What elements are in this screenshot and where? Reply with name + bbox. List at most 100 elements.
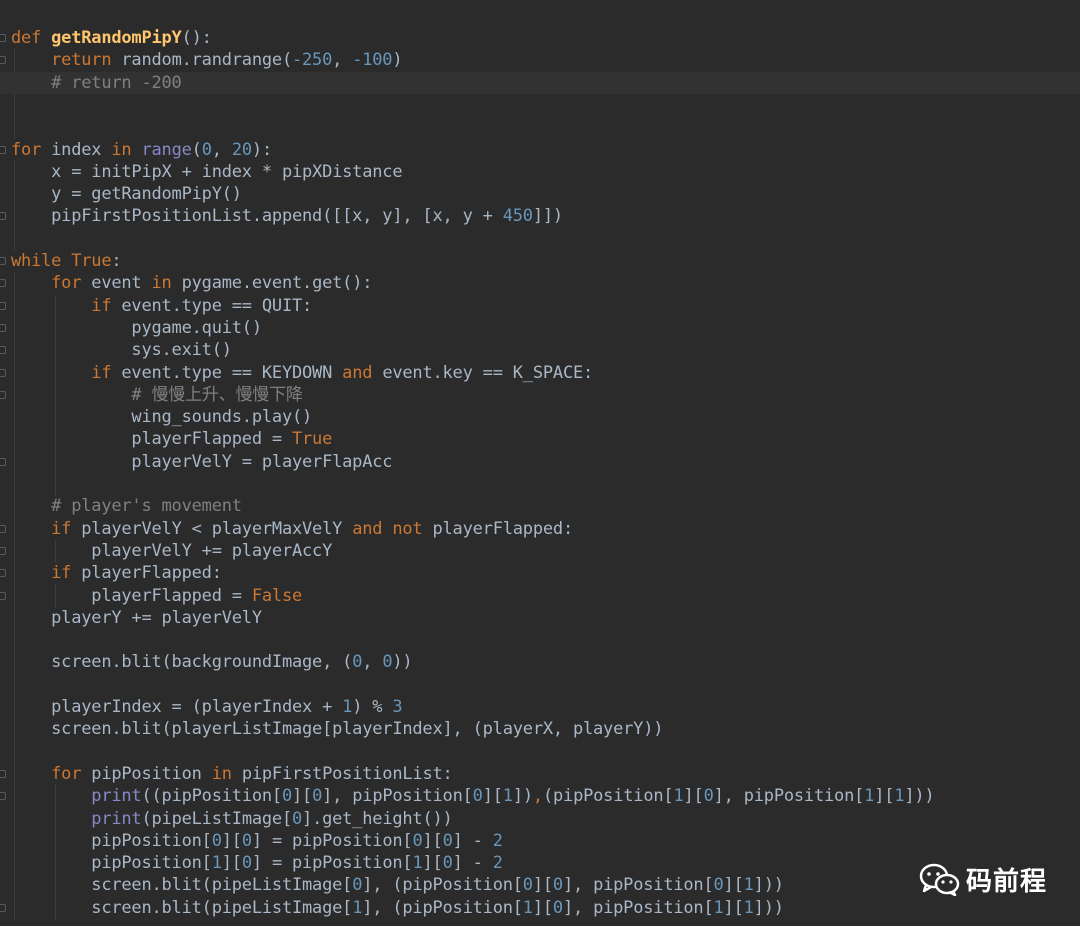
code-line-text: playerVelY = playerFlapAcc xyxy=(11,451,392,473)
fold-marker-icon[interactable] xyxy=(0,301,6,310)
code-line[interactable]: if playerVelY < playerMaxVelY and not pl… xyxy=(0,518,1080,540)
code-line[interactable]: pygame.quit() xyxy=(0,317,1080,339)
fold-marker-icon[interactable] xyxy=(0,257,6,265)
code-line[interactable]: print((pipPosition[0][0], pipPosition[0]… xyxy=(0,785,1080,807)
number-token: 0 xyxy=(352,652,363,673)
code-token: : xyxy=(111,251,122,271)
code-line[interactable] xyxy=(0,629,1080,651)
code-line[interactable] xyxy=(0,674,1080,696)
code-line[interactable] xyxy=(0,116,1080,138)
keyword-token: and xyxy=(342,362,383,383)
code-line-text: screen.blit(backgroundImage, (0, 0)) xyxy=(11,651,413,673)
fold-marker-icon[interactable] xyxy=(0,792,6,801)
code-line[interactable]: def getRandomPipY(): xyxy=(0,27,1080,49)
code-line[interactable] xyxy=(0,741,1080,763)
fold-marker-icon[interactable] xyxy=(0,903,6,912)
number-token: 1 xyxy=(502,786,513,807)
code-line[interactable]: pipFirstPositionList.append([[x, y], [x,… xyxy=(0,205,1080,227)
code-token: screen.blit(playerListImage[playerIndex]… xyxy=(11,719,664,740)
code-line[interactable]: y = getRandomPipY() xyxy=(0,183,1080,205)
fold-marker-icon[interactable] xyxy=(0,591,6,600)
number-token: 0 xyxy=(552,897,563,918)
number-token: 1 xyxy=(673,786,684,807)
code-token: playerFlapped: xyxy=(432,518,573,539)
code-line-text: if event.type == KEYDOWN and event.key =… xyxy=(11,362,593,384)
fold-marker-icon[interactable] xyxy=(0,569,6,578)
code-token: ][ xyxy=(221,830,242,851)
code-line[interactable]: x = initPipX + index * pipXDistance xyxy=(0,161,1080,183)
code-token: ] = pipPosition[ xyxy=(251,853,413,874)
code-line-text: playerFlapped = True xyxy=(11,428,332,450)
fold-marker-icon[interactable] xyxy=(0,390,6,399)
fold-marker-icon[interactable] xyxy=(0,323,6,332)
code-line[interactable]: screen.blit(backgroundImage, (0, 0)) xyxy=(0,651,1080,673)
code-line[interactable]: for event in pygame.event.get(): xyxy=(0,272,1080,294)
fold-marker-icon[interactable] xyxy=(0,346,6,355)
code-line[interactable]: while True: xyxy=(0,250,1080,272)
code-token: ) % xyxy=(352,697,393,717)
code-line[interactable]: if event.type == QUIT: xyxy=(0,295,1080,317)
code-line-text: pipFirstPositionList.append([[x, y], [x,… xyxy=(11,205,563,227)
code-line[interactable]: pipPosition[0][0] = pipPosition[0][0] - … xyxy=(0,830,1080,852)
code-line[interactable]: if playerFlapped: xyxy=(0,562,1080,584)
code-line[interactable]: if event.type == KEYDOWN and event.key =… xyxy=(0,362,1080,384)
number-token: 0 xyxy=(292,808,303,829)
code-line[interactable]: playerY += playerVelY xyxy=(0,607,1080,629)
fold-marker-icon[interactable] xyxy=(0,56,6,65)
keyword-token: while True xyxy=(11,251,112,271)
code-line-text: screen.blit(pipeListImage[0], (pipPositi… xyxy=(11,874,784,896)
code-line[interactable]: for pipPosition in pipFirstPositionList: xyxy=(0,763,1080,785)
code-line[interactable] xyxy=(0,94,1080,116)
code-token: ].get_height()) xyxy=(302,808,453,829)
keyword-token: in xyxy=(111,139,142,160)
comment-token: # 慢慢上升、慢慢下降 xyxy=(131,384,303,405)
fold-marker-icon[interactable] xyxy=(0,34,6,42)
code-line[interactable] xyxy=(0,473,1080,495)
code-line[interactable]: screen.blit(playerListImage[playerIndex]… xyxy=(0,718,1080,740)
fold-marker-icon[interactable] xyxy=(0,524,6,533)
code-token: playerFlapped = xyxy=(11,429,292,450)
code-token: ]]) xyxy=(532,206,563,227)
fold-marker-icon[interactable] xyxy=(0,368,6,377)
code-line[interactable]: playerFlapped = False xyxy=(0,585,1080,607)
code-line[interactable]: playerFlapped = True xyxy=(0,428,1080,450)
code-line[interactable]: sys.exit() xyxy=(0,339,1080,361)
code-line[interactable]: for index in range(0, 20): xyxy=(0,139,1080,161)
code-line[interactable]: screen.blit(pipeListImage[1], (pipPositi… xyxy=(0,897,1080,919)
comment-token: # return -200 xyxy=(51,72,182,93)
keyword-token: for xyxy=(51,273,92,294)
code-line[interactable]: playerVelY += playerAccY xyxy=(0,540,1080,562)
fold-marker-icon[interactable] xyxy=(0,279,6,288)
code-line[interactable]: # player's movement xyxy=(0,495,1080,517)
code-token: ][ xyxy=(221,853,242,874)
code-token: ])) xyxy=(904,786,935,807)
code-line-text: screen.blit(playerListImage[playerIndex]… xyxy=(11,718,663,740)
fold-marker-icon[interactable] xyxy=(0,145,6,154)
number-token: 1 xyxy=(864,786,875,807)
code-token: playerY += playerVelY xyxy=(11,607,262,628)
code-token: , xyxy=(362,652,383,673)
code-line-text: screen.blit(pipeListImage[1], (pipPositi… xyxy=(11,897,784,919)
code-token: ], pipPosition[ xyxy=(713,786,865,807)
number-token: 1 xyxy=(211,853,222,874)
code-line[interactable] xyxy=(0,228,1080,250)
code-line[interactable]: return random.randrange(-250, -100) xyxy=(0,49,1080,71)
code-line[interactable]: playerIndex = (playerIndex + 1) % 3 xyxy=(0,696,1080,718)
code-line-text: for event in pygame.event.get(): xyxy=(11,272,372,294)
fold-marker-icon[interactable] xyxy=(0,546,6,555)
code-line[interactable]: playerVelY = playerFlapAcc xyxy=(0,451,1080,473)
code-line[interactable]: # 慢慢上升、慢慢下降 xyxy=(0,384,1080,406)
code-editor[interactable]: def getRandomPipY(): return random.randr… xyxy=(0,0,1080,926)
code-line[interactable]: print(pipeListImage[0].get_height()) xyxy=(0,808,1080,830)
code-line-text: pygame.quit() xyxy=(11,317,262,339)
fold-marker-icon[interactable] xyxy=(0,212,6,221)
code-line[interactable]: wing_sounds.play() xyxy=(0,406,1080,428)
fold-marker-icon[interactable] xyxy=(0,457,6,466)
fold-marker-icon[interactable] xyxy=(0,769,6,778)
code-line[interactable]: # return -200 xyxy=(0,71,1080,94)
